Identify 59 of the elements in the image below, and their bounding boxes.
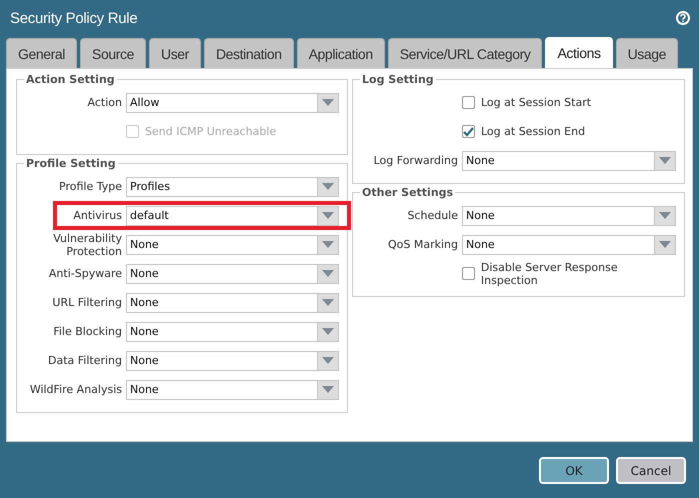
field-label: Anti-Spyware — [48, 267, 122, 280]
dropdown[interactable]: None — [126, 234, 339, 254]
dropdown-caret-icon — [322, 99, 334, 106]
dropdown-caret-icon — [322, 241, 334, 248]
field-label: Action — [86, 96, 122, 109]
dropdown-caret-icon — [322, 386, 334, 393]
dropdown-caret-icon — [322, 299, 334, 306]
group-title: Profile Setting — [24, 157, 118, 170]
checkbox[interactable] — [462, 96, 475, 109]
tab[interactable]: Destination — [204, 38, 294, 68]
tab[interactable]: Source — [80, 38, 146, 68]
field-label: Schedule — [406, 209, 458, 222]
tab[interactable]: Service/URL Category — [388, 38, 542, 68]
field-label: File Blocking — [52, 325, 122, 338]
field-label: Data Filtering — [46, 354, 122, 367]
dropdown-caret-icon — [322, 183, 334, 190]
dropdown[interactable]: Profiles — [126, 176, 339, 196]
field-label: Vulnerability Protection — [52, 232, 122, 258]
field-label: Antivirus — [72, 209, 122, 222]
dropdown[interactable]: None — [126, 380, 339, 400]
group-title: Log Setting — [360, 73, 436, 86]
group-title: Action Setting — [24, 73, 117, 86]
checkbox-label: Send ICMP Unreachable — [145, 125, 276, 138]
field-label: QoS Marking — [386, 238, 458, 251]
field-label: Log Forwarding — [372, 154, 458, 167]
checkbox[interactable] — [462, 267, 475, 280]
tab[interactable]: General — [6, 38, 78, 68]
dropdown[interactable]: None — [462, 234, 676, 254]
dropdown[interactable]: None — [126, 350, 339, 370]
ok-button[interactable]: OK — [539, 457, 609, 484]
dropdown[interactable]: None — [126, 292, 339, 312]
window-title: Security Policy Rule — [10, 10, 138, 26]
dropdown[interactable]: None — [126, 322, 339, 342]
field-label: Profile Type — [58, 180, 122, 193]
dropdown-caret-icon — [659, 157, 671, 164]
checkbox-label: Log at Session End — [481, 125, 586, 138]
checkbox-label: Log at Session Start — [481, 96, 592, 109]
checkbox-label: Disable Server Response Inspection — [480, 260, 619, 286]
group-title: Other Settings — [360, 186, 456, 199]
dropdown-caret-icon — [322, 212, 334, 219]
dropdown-caret-icon — [659, 241, 671, 248]
tab[interactable]: Application — [296, 38, 385, 68]
dropdown[interactable]: None — [462, 206, 676, 226]
tab[interactable]: Usage — [616, 38, 678, 68]
dropdown[interactable]: default — [126, 206, 339, 226]
dropdown-caret-icon — [659, 212, 671, 219]
dropdown[interactable]: None — [462, 150, 676, 170]
dropdown-caret-icon — [322, 328, 334, 335]
cancel-button[interactable]: Cancel — [616, 457, 686, 484]
dropdown[interactable]: None — [126, 264, 339, 284]
tab[interactable]: Actions — [545, 37, 613, 68]
tab[interactable]: User — [148, 38, 201, 68]
dropdown[interactable]: Allow — [126, 92, 339, 112]
field-label: WildFire Analysis — [28, 383, 122, 396]
dropdown-caret-icon — [322, 357, 334, 364]
field-label: URL Filtering — [51, 296, 122, 309]
help-icon[interactable] — [675, 10, 691, 26]
dropdown-caret-icon — [322, 270, 334, 277]
checkbox[interactable] — [462, 125, 475, 138]
